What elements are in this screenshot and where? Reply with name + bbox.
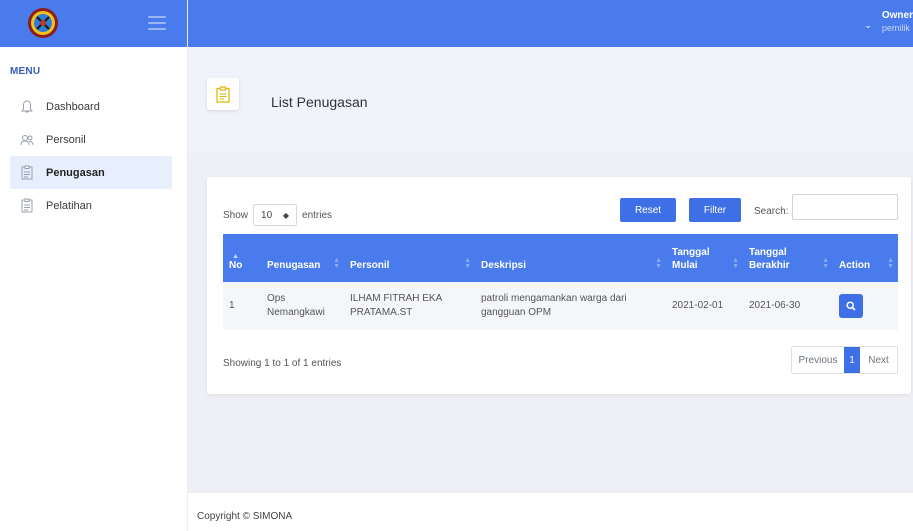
page-1-button[interactable]: 1 <box>844 347 860 373</box>
clipboard-icon <box>20 165 34 181</box>
sidebar-item-label: Dashboard <box>46 100 100 113</box>
cell-penugasan: Ops Nemangkawi <box>267 293 325 318</box>
page-header: List Penugasan <box>188 47 913 153</box>
sort-icon: ▲ <box>232 253 239 260</box>
sidebar: MENU Dashboard Personil Penugasan Pelati… <box>0 0 188 531</box>
search-input[interactable] <box>792 194 898 220</box>
sort-updown-icon: ◆ <box>282 210 290 220</box>
table-header-row: No ▲ Penugasan ▲ ▼ Personil ▲ ▼ Deskripsi ▲ ▼ T… <box>223 234 898 282</box>
sort-icon: ▲ ▼ <box>655 257 662 270</box>
sidebar-item-label: Personil <box>46 133 86 146</box>
column-header-penugasan[interactable]: Penugasan ▲ ▼ <box>261 234 344 282</box>
users-icon <box>20 132 34 148</box>
cell-action <box>833 282 898 330</box>
menu-title: MENU <box>10 66 41 77</box>
cell-tanggal-berakhir: 2021-06-30 <box>749 300 801 311</box>
clipboard-icon <box>20 198 34 214</box>
table-card: Show 10 ◆ entries Reset Filter Search: N… <box>207 177 911 394</box>
search-icon <box>846 301 856 311</box>
logo-emblem-icon <box>28 8 58 38</box>
sort-icon: ▲ ▼ <box>822 257 829 270</box>
search-label: Search: <box>754 206 789 217</box>
cell-tanggal-mulai: 2021-02-01 <box>672 300 724 311</box>
clipboard-icon <box>207 78 239 110</box>
cell-personil: ILHAM FITRAH EKA PRATAMA.ST <box>350 293 442 318</box>
filter-button[interactable]: Filter <box>689 198 741 222</box>
page-title: List Penugasan <box>271 94 368 110</box>
next-page-button[interactable]: Next <box>860 347 897 373</box>
column-header-tanggal-mulai[interactable]: Tanggal Mulai ▲ ▼ <box>666 234 743 282</box>
copyright-text: Copyright © SIMONA <box>197 511 293 522</box>
user-name: Owner <box>881 10 913 21</box>
pagination: Previous 1 Next <box>791 346 898 374</box>
sidebar-item-label: Penugasan <box>46 166 105 179</box>
view-detail-button[interactable] <box>839 294 863 318</box>
sidebar-item-penugasan[interactable]: Penugasan <box>10 156 172 189</box>
entries-length-control: Show 10 ◆ entries <box>223 204 332 226</box>
cell-no: 1 <box>229 300 235 311</box>
entries-select[interactable]: 10 ◆ <box>253 204 298 226</box>
chevron-down-icon: ⌄ <box>864 20 872 30</box>
penugasan-table: No ▲ Penugasan ▲ ▼ Personil ▲ ▼ Deskripsi ▲ ▼ T… <box>223 234 898 330</box>
entries-label: entries <box>302 209 333 221</box>
sidebar-nav: Dashboard Personil Penugasan Pelatihan <box>10 90 172 222</box>
column-header-action[interactable]: Action ▲ ▼ <box>833 234 898 282</box>
sidebar-item-dashboard[interactable]: Dashboard <box>10 90 172 123</box>
sort-icon: ▲ ▼ <box>333 257 340 270</box>
sidebar-item-personil[interactable]: Personil <box>10 123 172 156</box>
brand-bar <box>0 0 187 47</box>
sort-icon: ▲ ▼ <box>887 257 894 270</box>
table-row: 1 Ops Nemangkawi ILHAM FITRAH EKA PRATAM… <box>223 282 898 330</box>
user-role: pemilik <box>881 23 910 33</box>
user-menu[interactable]: ⌄ Owner pemilik <box>864 10 913 35</box>
bell-icon <box>20 99 34 115</box>
sidebar-item-label: Pelatihan <box>46 199 92 212</box>
sort-icon: ▲ ▼ <box>732 257 739 270</box>
cell-deskripsi: patroli mengamankan warga dari gangguan … <box>481 293 627 318</box>
show-label: Show <box>223 209 249 221</box>
column-header-tanggal-berakhir[interactable]: Tanggal Berakhir ▲ ▼ <box>743 234 833 282</box>
column-header-personil[interactable]: Personil ▲ ▼ <box>344 234 475 282</box>
footer: Copyright © SIMONA <box>188 493 913 531</box>
sidebar-item-pelatihan[interactable]: Pelatihan <box>10 189 172 222</box>
table-info: Showing 1 to 1 of 1 entries <box>223 358 342 369</box>
topbar: ⌄ Owner pemilik <box>188 0 913 47</box>
previous-page-button[interactable]: Previous <box>792 347 844 373</box>
reset-button[interactable]: Reset <box>620 198 676 222</box>
column-header-deskripsi[interactable]: Deskripsi ▲ ▼ <box>475 234 666 282</box>
sort-icon: ▲ ▼ <box>464 257 471 270</box>
column-header-no[interactable]: No ▲ <box>223 234 261 282</box>
entries-select-value: 10 <box>261 209 273 221</box>
menu-toggle-button[interactable] <box>148 16 166 30</box>
